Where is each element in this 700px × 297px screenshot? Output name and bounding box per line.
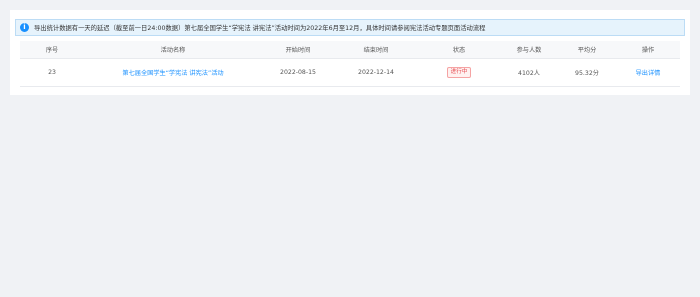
activity-name-link[interactable]: 第七届全国学生“学宪法 讲宪法”活动 <box>84 59 262 86</box>
row-participants: 4102人 <box>518 70 540 77</box>
row-index: 23 <box>48 69 56 76</box>
status-badge: 进行中 <box>446 67 472 78</box>
activity-panel: i 导出统计数据有一天的延迟（截至前一日24:00数据）第七届全国学生“学宪法 … <box>10 10 690 95</box>
export-details-link[interactable]: 导出详情 <box>616 59 680 86</box>
header-end-time: 结束时间 <box>363 47 389 54</box>
header-status: 状态 <box>452 47 466 54</box>
table-row: 23 第七届全国学生“学宪法 讲宪法”活动 2022-08-15 2022-12… <box>20 59 680 87</box>
header-start-time: 开始时间 <box>285 47 311 54</box>
info-icon: i <box>20 23 29 32</box>
header-name: 活动名称 <box>160 47 186 54</box>
row-status-cell: 进行中 <box>418 59 500 86</box>
row-end-time: 2022-12-14 <box>358 69 394 76</box>
activity-table: 序号 活动名称 开始时间 结束时间 状态 参与人数 平均分 操作 23 第七届全… <box>20 41 680 87</box>
notice-banner: i 导出统计数据有一天的延迟（截至前一日24:00数据）第七届全国学生“学宪法 … <box>15 19 685 36</box>
header-participants: 参与人数 <box>516 47 542 54</box>
header-index: 序号 <box>45 47 59 54</box>
row-avg-score: 95.32分 <box>575 70 599 77</box>
row-start-time: 2022-08-15 <box>280 69 316 76</box>
header-action: 操作 <box>641 47 655 54</box>
table-header: 序号 活动名称 开始时间 结束时间 状态 参与人数 平均分 操作 <box>20 41 680 59</box>
notice-text: 导出统计数据有一天的延迟（截至前一日24:00数据）第七届全国学生“学宪法 讲宪… <box>34 25 486 32</box>
header-avg-score: 平均分 <box>577 47 597 54</box>
